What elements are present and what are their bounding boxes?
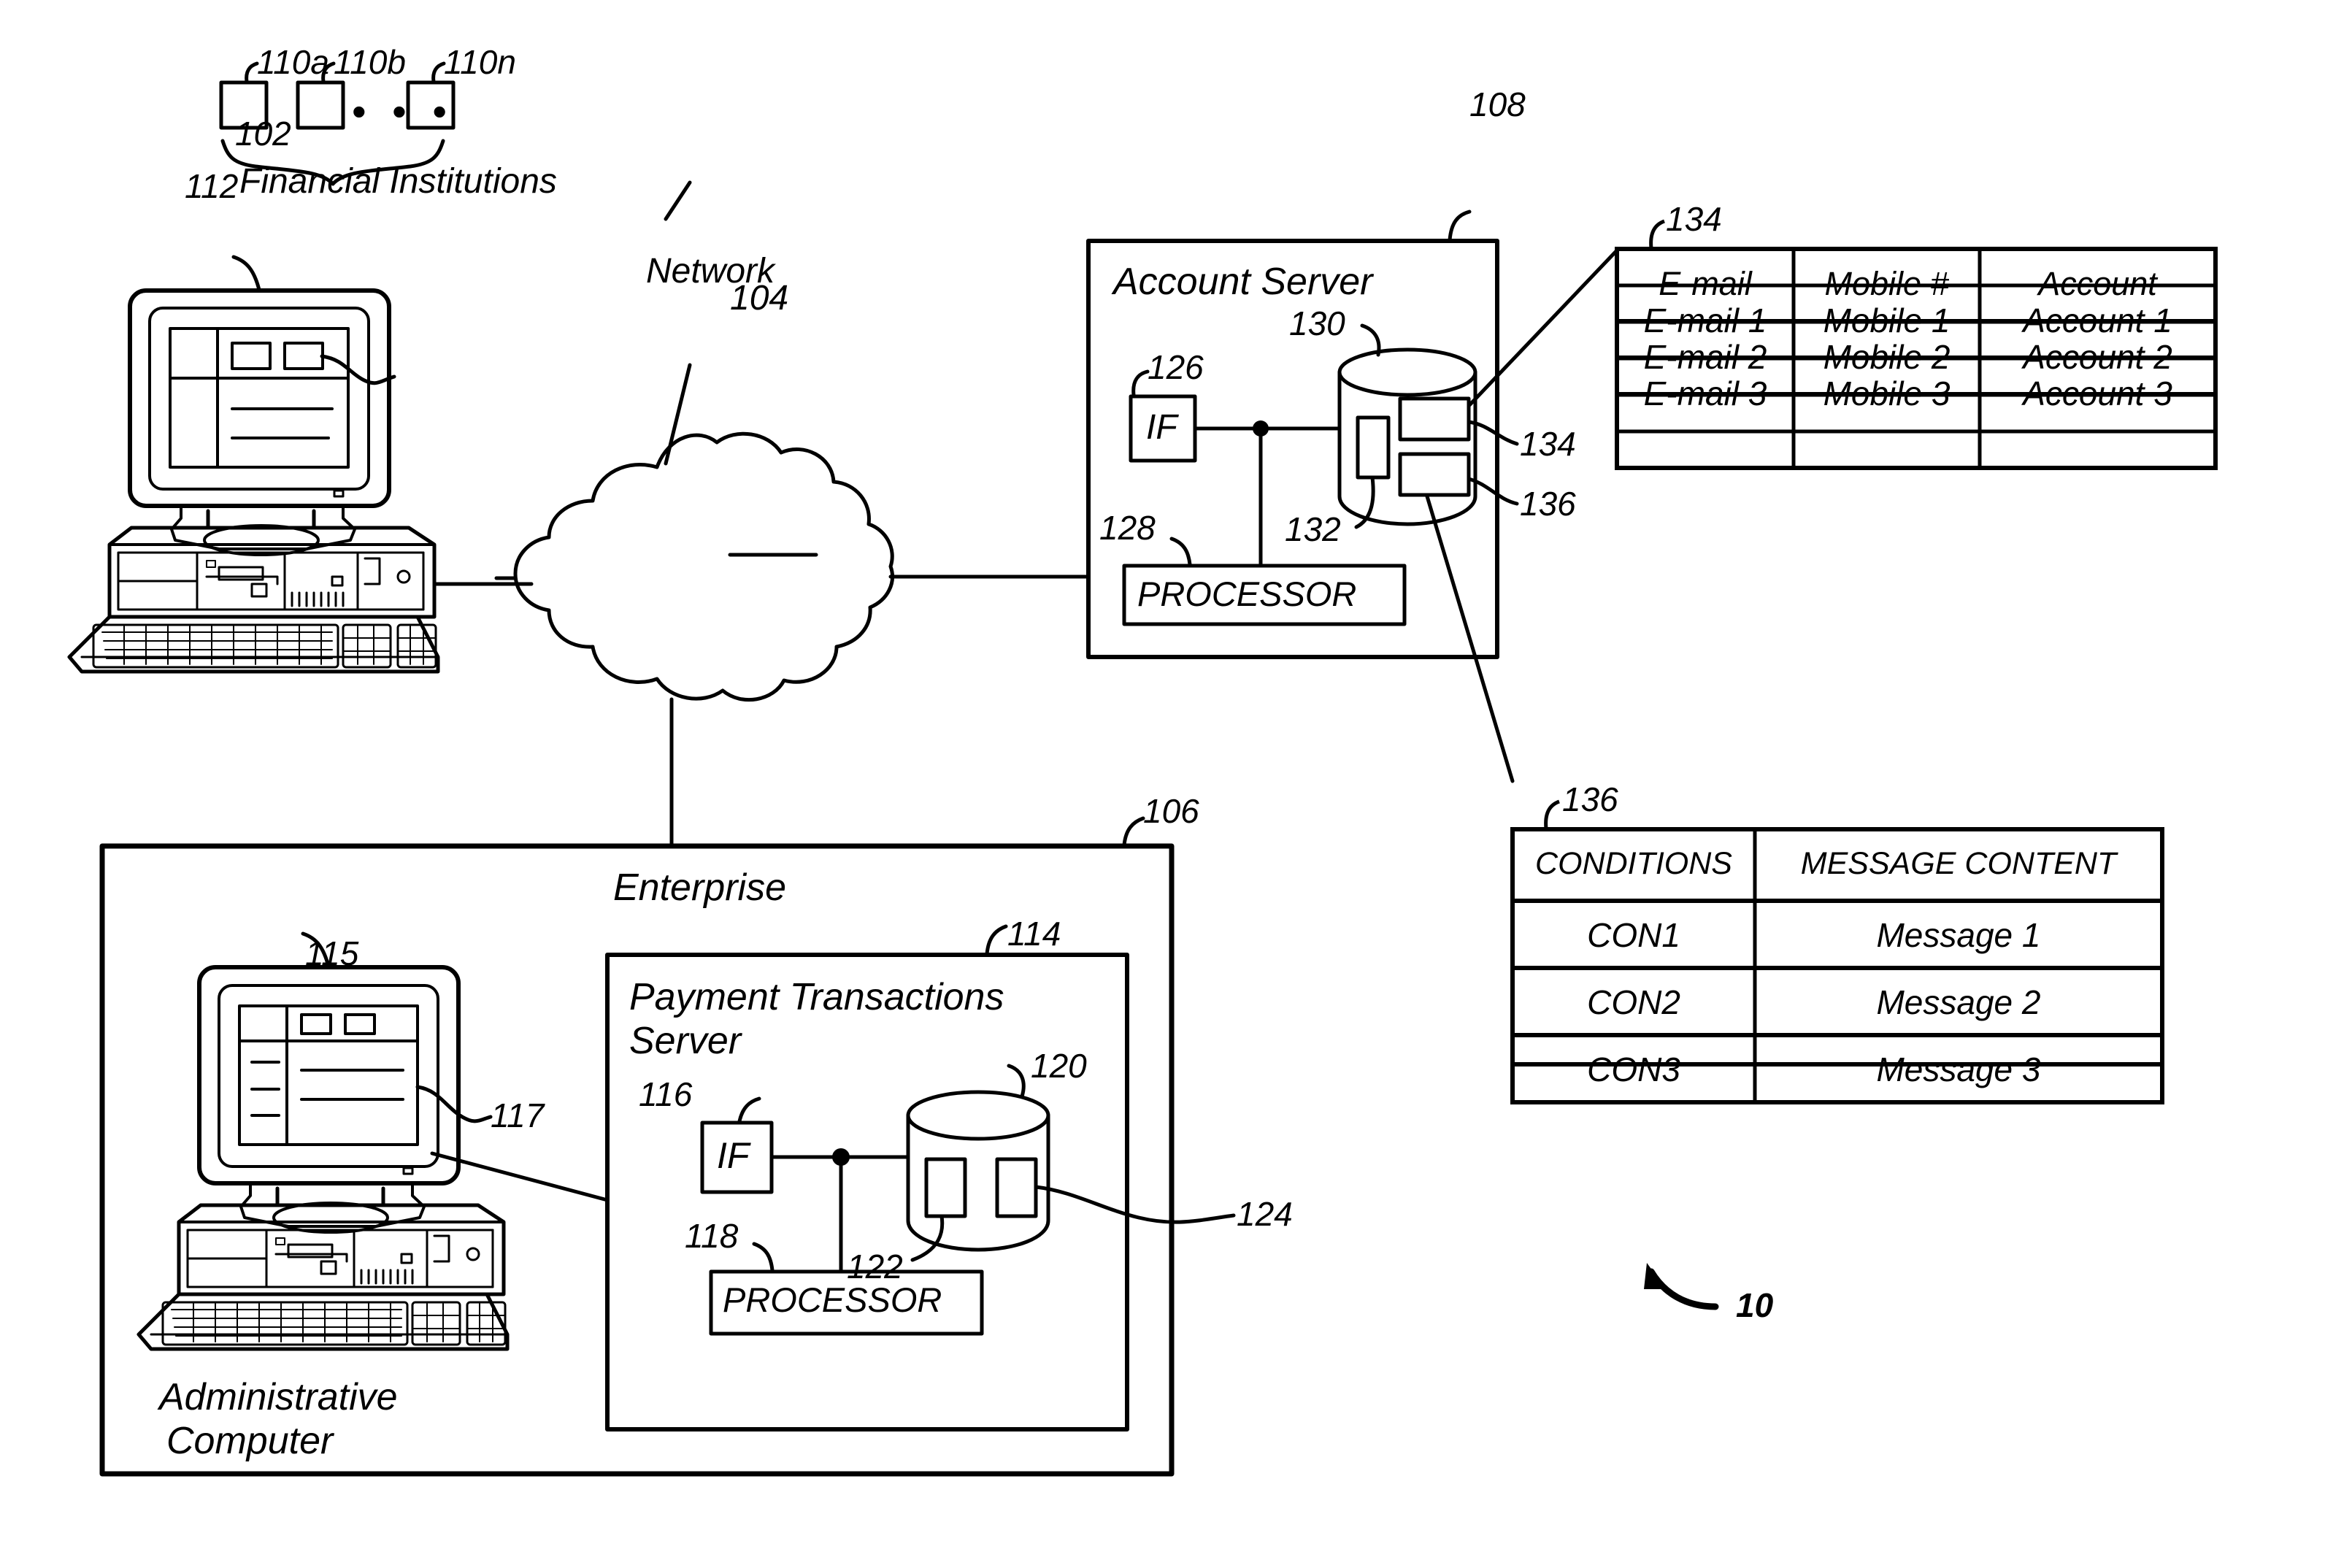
- pts-title-line2: Server: [629, 1020, 742, 1062]
- diagram-vector-layer: [67, 61, 2218, 1477]
- accounts-cell-r3c2: Mobile 3: [1823, 374, 1951, 412]
- accounts-header-account: Account: [2038, 265, 2157, 302]
- ref-136-store: 136: [1520, 485, 1576, 523]
- accounts-cell-r3c1: E-mail 3: [1643, 374, 1767, 412]
- ref-120: 120: [1031, 1047, 1087, 1085]
- ref-117: 117: [491, 1096, 545, 1134]
- accounts-cell-r1c1: E-mail 1: [1643, 301, 1767, 339]
- ref-108: 108: [1469, 85, 1526, 123]
- accounts-cell-r2c1: E-mail 2: [1643, 338, 1767, 376]
- ref-115: 115: [305, 934, 359, 972]
- ref-116: 116: [639, 1075, 693, 1113]
- accounts-header-email: E-mail: [1659, 265, 1752, 302]
- pts-processor-label: PROCESSOR: [723, 1280, 942, 1319]
- accounts-cell-r3c3: Account 3: [2023, 374, 2172, 412]
- accounts-cell-r2c2: Mobile 2: [1823, 338, 1951, 376]
- accounts-cell-r1c2: Mobile 1: [1823, 301, 1951, 339]
- messages-cell-r2c2: Message 2: [1876, 983, 2041, 1021]
- user-computer-illustration: [67, 255, 440, 674]
- ref-110n: 110n: [444, 43, 516, 81]
- pts-title-line1: Payment Transactions: [629, 976, 1004, 1018]
- accounts-cell-r2c3: Account 2: [2023, 338, 2172, 376]
- network-cloud-illustration: [513, 431, 894, 702]
- ref-136-table: 136: [1562, 780, 1618, 818]
- financial-institutions-label: Financial Institutions: [239, 162, 557, 201]
- messages-cell-r3c1: CON3: [1587, 1050, 1680, 1088]
- ref-106: 106: [1143, 792, 1199, 830]
- ref-118: 118: [685, 1217, 739, 1255]
- ref-102: 102: [235, 115, 291, 153]
- ref-126: 126: [1148, 348, 1204, 386]
- messages-cell-r1c1: CON1: [1587, 916, 1680, 954]
- messages-cell-r2c1: CON2: [1587, 983, 1680, 1021]
- ellipsis-dots: • • •: [352, 88, 454, 134]
- ref-114: 114: [1007, 915, 1061, 953]
- messages-cell-r1c2: Message 1: [1876, 916, 2041, 954]
- messages-header-conditions: CONDITIONS: [1535, 846, 1732, 881]
- pts-if-label: IF: [717, 1135, 750, 1176]
- account-server-if-label: IF: [1146, 408, 1177, 447]
- ref-134-store: 134: [1520, 425, 1576, 463]
- ref-112: 112: [185, 167, 239, 205]
- ref-124: 124: [1237, 1195, 1293, 1233]
- administrative-computer-label-1: Administrative: [159, 1376, 398, 1418]
- ref-110a: 110a: [257, 43, 329, 81]
- enterprise-title: Enterprise: [613, 866, 786, 909]
- messages-header-content: MESSAGE CONTENT: [1800, 846, 2117, 881]
- patent-figure-canvas: 110a 110b 110n • • • Financial Instituti…: [0, 0, 2352, 1568]
- account-server-title: Account Server: [1113, 261, 1373, 303]
- ref-134-table: 134: [1666, 200, 1722, 238]
- messages-cell-r3c2: Message 3: [1876, 1050, 2041, 1088]
- network-ref: 104: [730, 279, 789, 318]
- accounts-header-mobile: Mobile #: [1824, 265, 1949, 302]
- ref-130: 130: [1289, 304, 1345, 342]
- ref-110b: 110b: [334, 43, 406, 81]
- figure-reference-arrow: [1644, 1263, 1719, 1310]
- administrative-computer-illustration: [137, 931, 610, 1351]
- ref-132: 132: [1285, 510, 1341, 548]
- account-server-processor-label: PROCESSOR: [1137, 574, 1357, 613]
- figure-reference-10: 10: [1736, 1286, 1774, 1324]
- ref-122: 122: [847, 1248, 903, 1285]
- accounts-cell-r1c3: Account 1: [2023, 301, 2172, 339]
- ref-128: 128: [1099, 509, 1156, 547]
- administrative-computer-label-2: Computer: [166, 1420, 334, 1462]
